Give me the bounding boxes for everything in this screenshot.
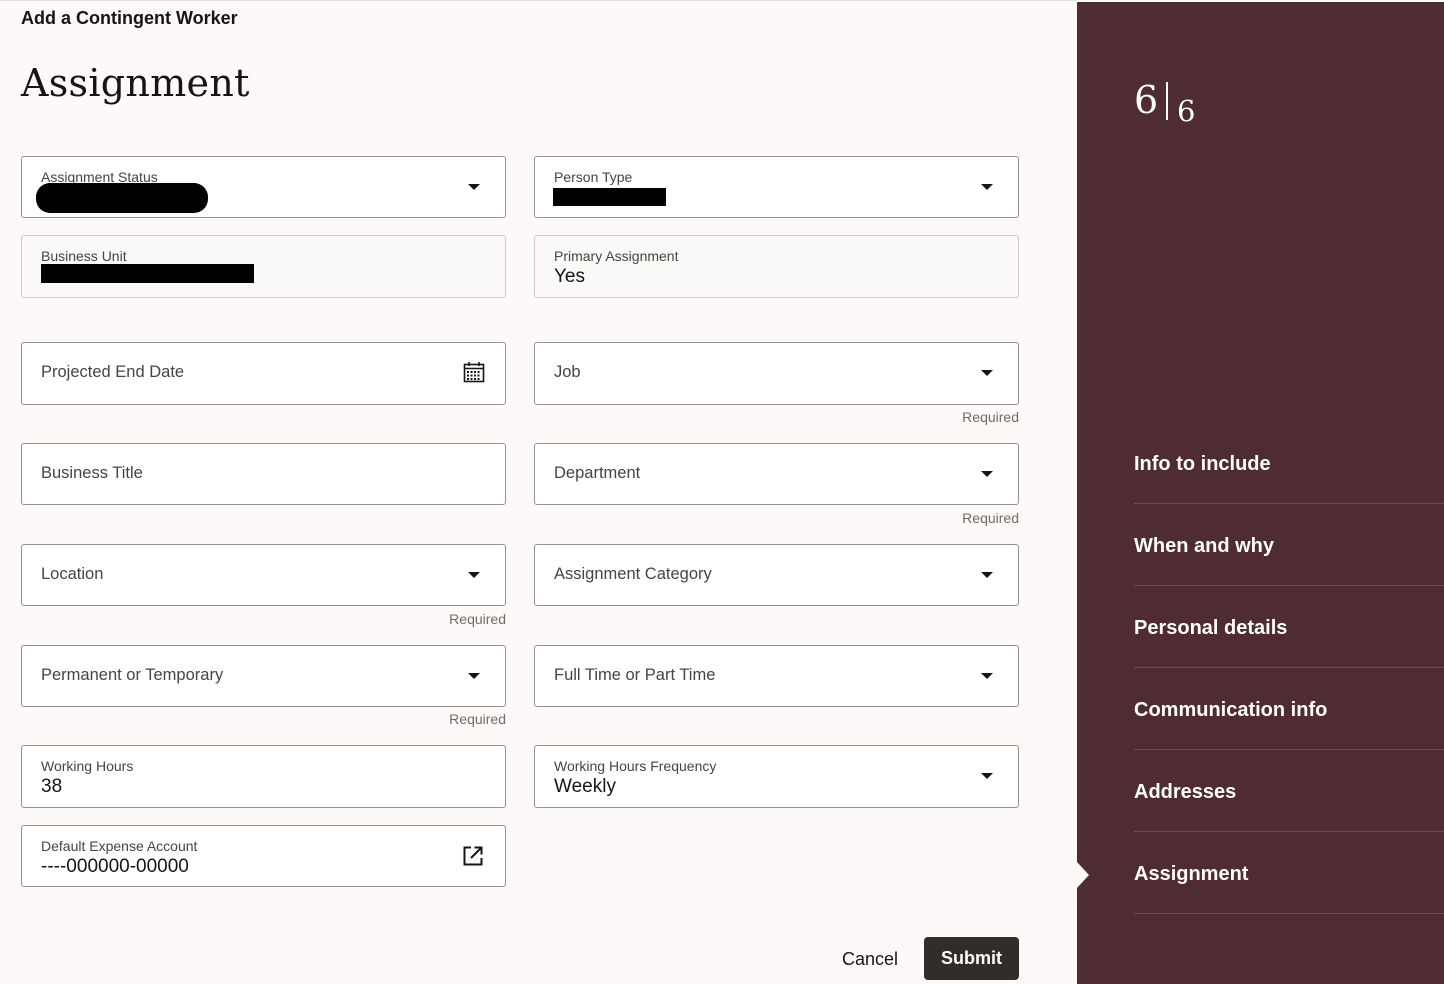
step-nav-item-assignment[interactable]: Assignment	[1134, 832, 1444, 914]
step-nav-item-label: Assignment	[1134, 863, 1249, 885]
step-nav-item-label: Addresses	[1134, 781, 1237, 803]
cancel-button[interactable]: Cancel	[835, 939, 905, 979]
location-label: Location	[41, 565, 104, 583]
department-select[interactable]: Department	[534, 443, 1019, 505]
redaction-mark	[36, 183, 208, 213]
step-divider	[1166, 82, 1168, 120]
working-hours-label: Working Hours	[41, 758, 134, 774]
job-required-hint: Required	[962, 409, 1019, 425]
working-hours-frequency-value: Weekly	[554, 776, 616, 797]
person-type-label: Person Type	[554, 169, 633, 185]
assignment-category-label: Assignment Category	[554, 565, 712, 583]
redaction-mark	[41, 264, 254, 283]
business-unit-field: Business Unit	[21, 235, 506, 298]
step-nav-item-label: Communication info	[1134, 699, 1328, 721]
default-expense-account-value: ----000000-00000	[41, 856, 189, 877]
job-select[interactable]: Job	[534, 342, 1019, 405]
step-nav-item-label: Info to include	[1134, 453, 1271, 475]
business-title-label: Business Title	[41, 464, 143, 482]
department-required-hint: Required	[962, 510, 1019, 526]
full-or-part-time-label: Full Time or Part Time	[554, 666, 716, 684]
step-nav: Info to include When and why Personal de…	[1134, 422, 1444, 914]
caret-down-icon	[981, 572, 993, 578]
working-hours-frequency-label: Working Hours Frequency	[554, 758, 717, 774]
department-label: Department	[554, 464, 641, 482]
active-step-pointer	[1077, 862, 1089, 888]
step-nav-item-addresses[interactable]: Addresses	[1134, 750, 1444, 832]
step-nav-item-when-and-why[interactable]: When and why	[1134, 504, 1444, 586]
main-panel: Add a Contingent Worker Assignment Assig…	[0, 0, 1077, 984]
business-title-input[interactable]: Business Title	[21, 443, 506, 505]
job-label: Job	[554, 363, 581, 381]
caret-down-icon	[468, 673, 480, 679]
step-nav-item-info-to-include[interactable]: Info to include	[1134, 422, 1444, 504]
caret-down-icon	[468, 184, 480, 190]
page-title: Assignment	[21, 61, 250, 105]
default-expense-account-label: Default Expense Account	[41, 838, 198, 854]
projected-end-date-label: Projected End Date	[41, 363, 185, 381]
step-nav-item-personal-details[interactable]: Personal details	[1134, 586, 1444, 668]
total-steps-number: 6	[1177, 94, 1196, 128]
primary-assignment-value: Yes	[554, 266, 585, 287]
submit-button[interactable]: Submit	[924, 937, 1019, 980]
permanent-or-temporary-label: Permanent or Temporary	[41, 666, 224, 684]
caret-down-icon	[468, 572, 480, 578]
step-nav-item-communication-info[interactable]: Communication info	[1134, 668, 1444, 750]
location-required-hint: Required	[449, 611, 506, 627]
location-select[interactable]: Location	[21, 544, 506, 606]
caret-down-icon	[981, 471, 993, 477]
full-or-part-time-select[interactable]: Full Time or Part Time	[534, 645, 1019, 707]
caret-down-icon	[981, 184, 993, 190]
working-hours-value: 38	[41, 776, 63, 797]
caret-down-icon	[981, 673, 993, 679]
external-link-icon[interactable]	[462, 845, 484, 867]
default-expense-account-input[interactable]: Default Expense Account ----000000-00000	[21, 825, 506, 887]
working-hours-frequency-select[interactable]: Working Hours Frequency Weekly	[534, 745, 1019, 808]
working-hours-input[interactable]: Working Hours 38	[21, 745, 506, 808]
permanent-or-temporary-select[interactable]: Permanent or Temporary	[21, 645, 506, 707]
calendar-icon[interactable]	[463, 361, 485, 383]
redaction-mark	[553, 188, 666, 206]
permanent-or-temporary-required-hint: Required	[449, 711, 506, 727]
current-step-number: 6	[1134, 78, 1159, 122]
primary-assignment-field: Primary Assignment Yes	[534, 235, 1019, 298]
projected-end-date-input[interactable]: Projected End Date	[21, 342, 506, 405]
step-sidebar: 6 6 Info to include When and why Persona…	[1077, 2, 1444, 984]
step-nav-item-label: Personal details	[1134, 617, 1288, 639]
caret-down-icon	[981, 773, 993, 779]
page-breadcrumb: Add a Contingent Worker	[21, 8, 238, 28]
primary-assignment-label: Primary Assignment	[554, 248, 679, 264]
business-unit-label: Business Unit	[41, 248, 127, 264]
assignment-category-select[interactable]: Assignment Category	[534, 544, 1019, 606]
step-nav-item-label: When and why	[1134, 535, 1274, 557]
assignment-status-select[interactable]: Assignment Status	[21, 156, 506, 218]
caret-down-icon	[981, 370, 993, 376]
person-type-select[interactable]: Person Type	[534, 156, 1019, 218]
